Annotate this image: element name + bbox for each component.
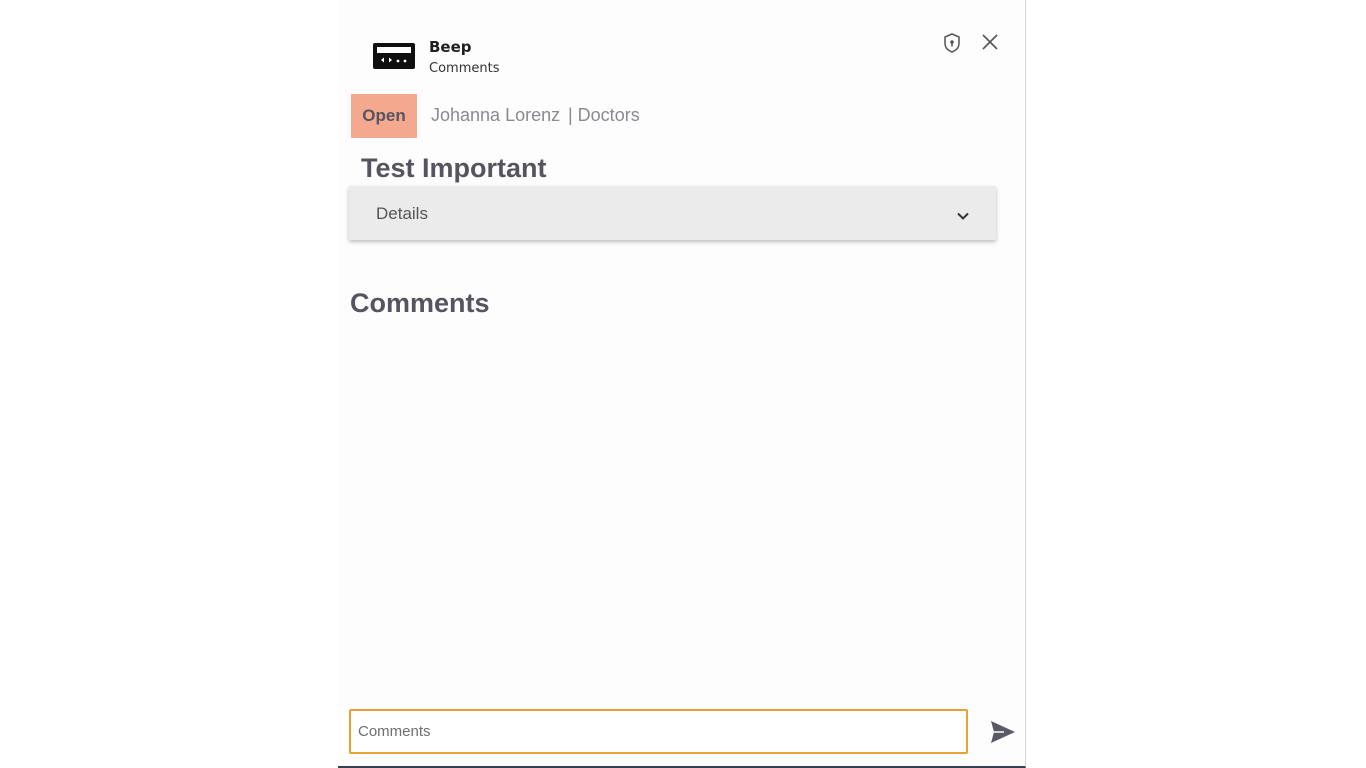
pager-icon [373,43,415,69]
send-icon[interactable] [989,719,1017,745]
comment-input[interactable] [349,709,968,754]
shield-icon[interactable] [941,32,963,54]
assignee-name: Johanna Lorenz [431,105,561,125]
comments-heading: Comments [350,288,490,318]
app-subtitle: Comments [429,61,500,76]
ticket-panel: Beep Comments Open Johanna Lorenz | Doct… [338,0,1026,768]
ticket-title: Test Important [361,153,547,183]
app-name: Beep [429,38,472,56]
chevron-down-icon [957,212,969,220]
status-badge: Open [351,94,417,138]
details-label: Details [376,204,428,223]
details-expander[interactable]: Details [349,186,996,240]
assigned-group: | Doctors [568,105,640,125]
close-icon[interactable] [979,31,1001,53]
